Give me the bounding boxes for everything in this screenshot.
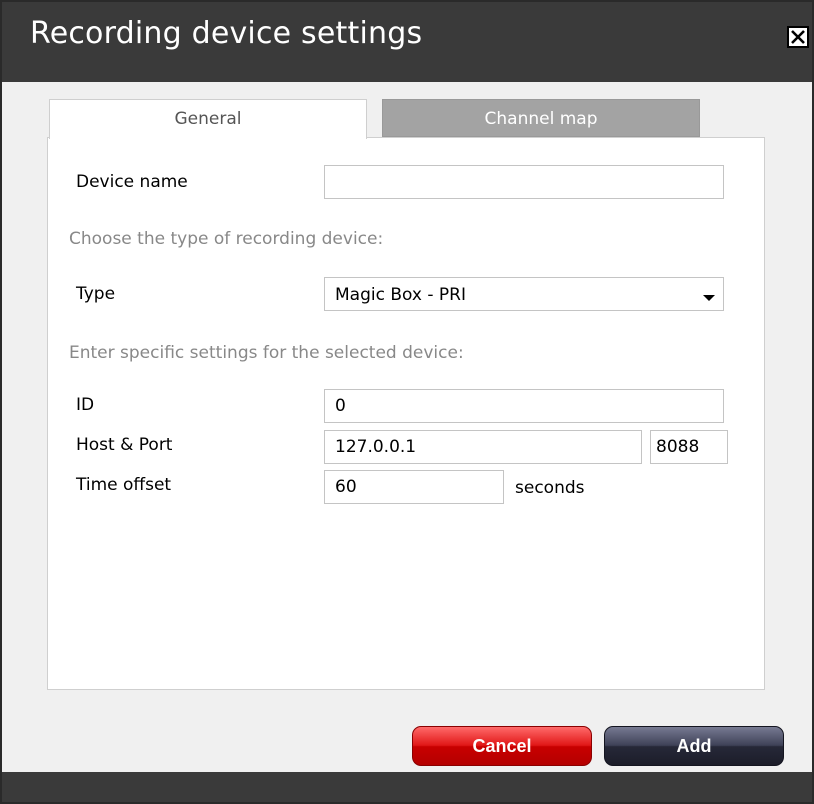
type-label: Type — [76, 284, 116, 304]
port-input[interactable] — [650, 430, 728, 464]
dialog-body: General Channel map Device name Choose t… — [2, 82, 812, 772]
host-input[interactable] — [324, 430, 642, 464]
time-offset-unit: seconds — [515, 478, 585, 498]
dialog-title: Recording device settings — [30, 16, 423, 51]
host-port-label: Host & Port — [76, 435, 173, 455]
chevron-down-icon — [703, 295, 715, 301]
tab-general[interactable]: General — [49, 99, 367, 139]
title-bar: Recording device settings — [2, 2, 812, 82]
time-offset-label: Time offset — [76, 475, 172, 495]
type-dropdown-value: Magic Box - PRI — [335, 285, 466, 305]
settings-hint: Enter specific settings for the selected… — [69, 343, 464, 363]
device-name-input[interactable] — [324, 165, 724, 199]
close-icon[interactable] — [787, 26, 809, 48]
id-label: ID — [76, 395, 95, 415]
general-tab-content: Device name Choose the type of recording… — [47, 137, 765, 690]
recording-device-dialog: Recording device settings General Channe… — [0, 0, 814, 804]
cancel-button[interactable]: Cancel — [412, 726, 592, 766]
add-button[interactable]: Add — [604, 726, 784, 766]
type-dropdown[interactable]: Magic Box - PRI — [324, 277, 724, 311]
type-hint: Choose the type of recording device: — [69, 229, 384, 249]
tab-channel-map[interactable]: Channel map — [382, 99, 700, 137]
id-input[interactable] — [324, 389, 724, 423]
device-name-label: Device name — [76, 172, 188, 192]
time-offset-input[interactable] — [324, 470, 504, 504]
close-x-icon — [791, 30, 805, 44]
